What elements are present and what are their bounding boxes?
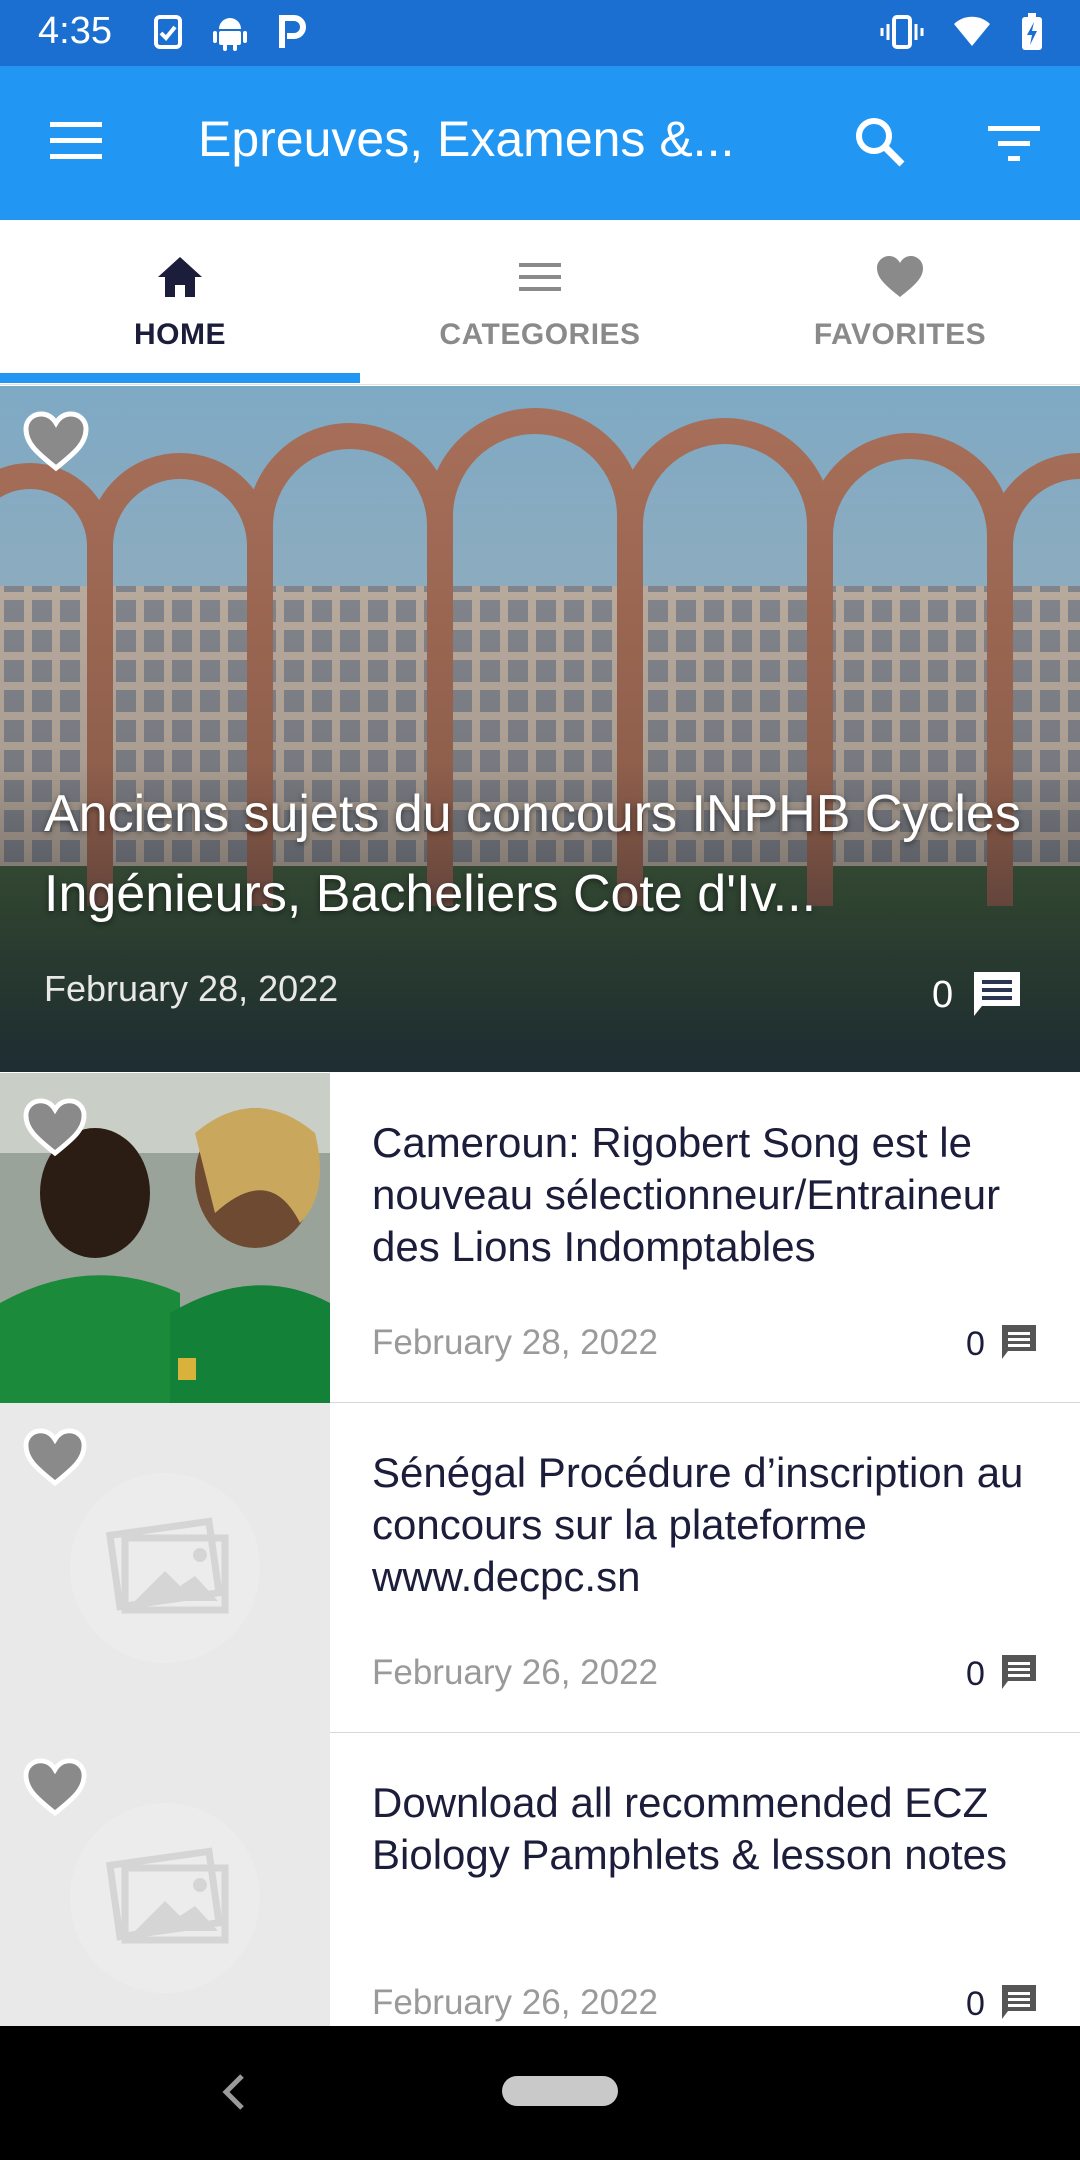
post-title: Sénégal Procédure d’inscription au conco… [372, 1449, 1024, 1600]
list-item[interactable]: Sénégal Procédure d’inscription au conco… [0, 1403, 1080, 1733]
home-pill-icon[interactable] [502, 2076, 618, 2106]
post-thumbnail [0, 1073, 330, 1403]
post-comment-count: 0 [966, 1655, 985, 1693]
tab-home-label: HOME [134, 318, 226, 351]
favorite-heart-icon[interactable] [22, 1757, 88, 1817]
clipboard-check-icon [154, 15, 182, 49]
post-date: February 26, 2022 [372, 1983, 659, 2022]
hamburger-menu-icon[interactable] [48, 116, 104, 166]
heart-icon [877, 256, 923, 297]
app-title: Epreuves, Examens &... [198, 111, 735, 167]
parking-p-icon [279, 15, 306, 48]
list-item[interactable]: Download all recommended ECZ Biology Pam… [0, 1733, 1080, 2063]
status-bar: 4:35 [0, 0, 1080, 66]
post-comment-count: 0 [966, 1325, 985, 1363]
status-left-icons [150, 12, 310, 52]
featured-comment-count: 0 [932, 974, 954, 1016]
vibrate-icon [880, 15, 924, 49]
list-icon [519, 263, 561, 291]
post-date: February 28, 2022 [372, 1323, 659, 1362]
featured-article[interactable]: Anciens sujets du concours INPHB Cycles … [0, 386, 1080, 1072]
featured-title: Anciens sujets du concours INPHB Cycles … [44, 785, 1021, 923]
back-chevron-icon[interactable] [218, 2070, 250, 2114]
app-bar: Epreuves, Examens &... [0, 66, 1080, 220]
comment-icon[interactable] [1000, 1323, 1038, 1361]
favorite-heart-icon[interactable] [22, 410, 90, 472]
system-nav-bar [0, 2026, 1080, 2160]
battery-charging-icon [1022, 13, 1042, 50]
comment-icon[interactable] [1000, 1983, 1038, 2021]
active-tab-indicator [0, 373, 360, 383]
wifi-icon [954, 16, 990, 46]
android-icon [213, 18, 247, 51]
post-thumbnail [0, 1733, 330, 2063]
tab-favorites-label: FAVORITES [813, 318, 987, 351]
tab-categories-label: CATEGORIES [439, 318, 641, 351]
tab-bar: HOME CATEGORIES FAVORITES [0, 220, 1080, 385]
post-title: Cameroun: Rigobert Song est le nouveau s… [372, 1119, 1001, 1270]
favorite-heart-icon[interactable] [22, 1097, 88, 1157]
tab-home[interactable]: HOME [0, 220, 360, 385]
post-comment-count: 0 [966, 1985, 985, 2023]
home-icon [158, 257, 202, 297]
comment-icon[interactable] [1000, 1653, 1038, 1691]
favorite-heart-icon[interactable] [22, 1427, 88, 1487]
tab-categories[interactable]: CATEGORIES [360, 220, 720, 385]
tab-favorites[interactable]: FAVORITES [720, 220, 1080, 385]
status-time: 4:35 [38, 10, 112, 52]
post-title: Download all recommended ECZ Biology Pam… [372, 1779, 1008, 1878]
comment-icon[interactable] [970, 968, 1024, 1020]
post-date: February 26, 2022 [372, 1653, 659, 1692]
featured-date: February 28, 2022 [44, 968, 339, 1009]
status-right-icons [880, 12, 1044, 52]
post-thumbnail [0, 1403, 330, 1733]
list-item[interactable]: Cameroun: Rigobert Song est le nouveau s… [0, 1073, 1080, 1403]
filter-icon[interactable] [986, 118, 1042, 168]
search-icon[interactable] [852, 114, 908, 170]
